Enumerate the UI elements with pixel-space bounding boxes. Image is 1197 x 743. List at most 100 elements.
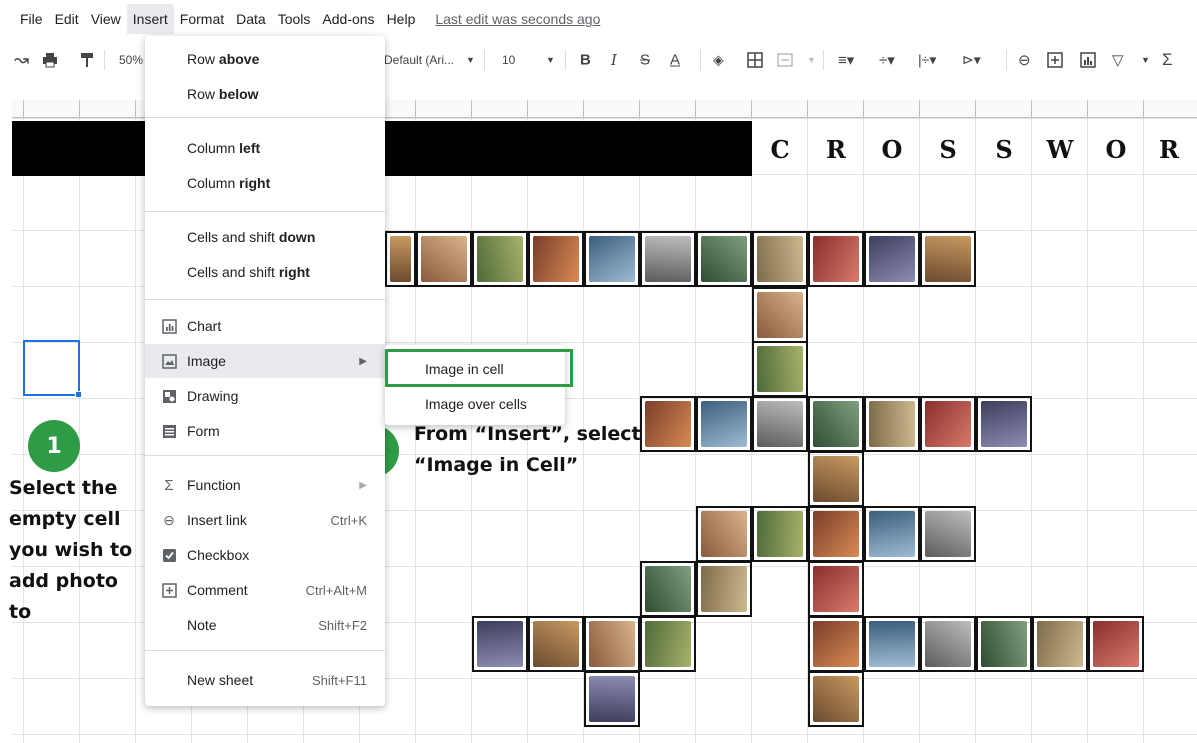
- menu-item-checkbox[interactable]: Checkbox: [145, 538, 385, 572]
- print-icon[interactable]: [42, 52, 58, 68]
- menu-addons[interactable]: Add-ons: [316, 4, 380, 34]
- photo-image: [701, 511, 747, 557]
- menu-item-shift-down[interactable]: Cells and shift down: [145, 220, 385, 254]
- menu-file[interactable]: File: [14, 4, 49, 34]
- photo-cell[interactable]: [696, 561, 752, 617]
- valign-icon[interactable]: ÷▾: [879, 51, 895, 69]
- bold-icon[interactable]: B: [580, 52, 591, 69]
- photo-cell[interactable]: [920, 616, 976, 672]
- menu-item-chart[interactable]: Chart: [145, 309, 385, 343]
- rotate-icon[interactable]: ⊳▾: [962, 52, 981, 69]
- photo-cell[interactable]: [808, 506, 864, 562]
- photo-cell[interactable]: [472, 616, 528, 672]
- photo-cell[interactable]: [752, 396, 808, 452]
- fill-color-icon[interactable]: ◈: [713, 52, 724, 69]
- link-icon[interactable]: ⊖: [1018, 51, 1031, 69]
- chevron-down-icon[interactable]: ▼: [1141, 55, 1150, 65]
- photo-cell[interactable]: [472, 231, 528, 287]
- photo-cell[interactable]: [416, 231, 472, 287]
- photo-cell[interactable]: [808, 671, 864, 727]
- text-color-icon[interactable]: A: [670, 52, 680, 69]
- redo-icon[interactable]: ↝: [14, 50, 29, 71]
- photo-cell[interactable]: [920, 506, 976, 562]
- chevron-down-icon[interactable]: ▼: [546, 55, 555, 65]
- photo-cell[interactable]: [752, 231, 808, 287]
- chevron-down-icon[interactable]: ▼: [466, 55, 475, 65]
- photo-cell[interactable]: [584, 616, 640, 672]
- filter-icon[interactable]: ▽: [1112, 51, 1124, 69]
- photo-cell[interactable]: [808, 396, 864, 452]
- menu-item-drawing[interactable]: Drawing: [145, 379, 385, 413]
- menu-tools[interactable]: Tools: [272, 4, 317, 34]
- photo-cell[interactable]: [864, 616, 920, 672]
- menu-item-insert-link[interactable]: ⊖ Insert link Ctrl+K: [145, 503, 385, 537]
- selected-cell[interactable]: [23, 340, 80, 396]
- menu-item-form[interactable]: Form: [145, 414, 385, 448]
- photo-cell[interactable]: [864, 506, 920, 562]
- photo-cell[interactable]: [1032, 616, 1088, 672]
- menu-item-column-right[interactable]: Column right: [145, 166, 385, 200]
- photo-cell[interactable]: [808, 561, 864, 617]
- photo-cell[interactable]: [528, 616, 584, 672]
- photo-cell[interactable]: [808, 616, 864, 672]
- menu-item-column-left[interactable]: Column left: [145, 131, 385, 165]
- functions-icon[interactable]: Σ: [1162, 50, 1173, 70]
- photo-cell[interactable]: [584, 671, 640, 727]
- wrap-icon[interactable]: |÷▾: [918, 52, 936, 69]
- menu-item-shift-right[interactable]: Cells and shift right: [145, 255, 385, 289]
- chart-icon[interactable]: [1080, 52, 1096, 68]
- photo-cell[interactable]: [528, 231, 584, 287]
- photo-cell[interactable]: [696, 506, 752, 562]
- menu-insert[interactable]: Insert: [126, 4, 174, 34]
- paint-format-icon[interactable]: [80, 52, 94, 68]
- font-size-select[interactable]: 10: [502, 53, 515, 67]
- photo-cell[interactable]: [920, 396, 976, 452]
- menu-item-note[interactable]: Note Shift+F2: [145, 608, 385, 642]
- menu-edit[interactable]: Edit: [49, 4, 85, 34]
- fill-handle[interactable]: [75, 391, 82, 398]
- comment-icon[interactable]: [1047, 52, 1063, 68]
- photo-cell[interactable]: [584, 231, 640, 287]
- borders-icon[interactable]: [747, 52, 763, 68]
- menu-item-image[interactable]: Image ▶: [145, 344, 385, 378]
- menu-view[interactable]: View: [85, 4, 127, 34]
- photo-cell[interactable]: [752, 341, 808, 397]
- menu-item-row-below[interactable]: Row below: [145, 77, 385, 111]
- caption-line: you wish to: [9, 539, 133, 561]
- merge-icon[interactable]: [777, 52, 793, 68]
- photo-cell[interactable]: [752, 506, 808, 562]
- menu-item-function[interactable]: Σ Function ▶: [145, 468, 385, 502]
- align-icon[interactable]: ≡▾: [838, 51, 854, 69]
- caption-line: empty cell: [9, 508, 121, 530]
- strikethrough-icon[interactable]: S: [640, 52, 650, 69]
- last-edit-link[interactable]: Last edit was seconds ago: [435, 11, 600, 27]
- font-family-select[interactable]: Default (Ari...: [384, 53, 454, 67]
- photo-cell[interactable]: [640, 231, 696, 287]
- photo-cell[interactable]: [640, 616, 696, 672]
- photo-cell[interactable]: [640, 396, 696, 452]
- photo-cell[interactable]: [696, 396, 752, 452]
- menu-data[interactable]: Data: [230, 4, 272, 34]
- menu-item-comment[interactable]: Comment Ctrl+Alt+M: [145, 573, 385, 607]
- italic-icon[interactable]: I: [611, 51, 617, 69]
- menu-help[interactable]: Help: [381, 4, 422, 34]
- menu-format[interactable]: Format: [174, 4, 230, 34]
- photo-cell[interactable]: [920, 231, 976, 287]
- photo-cell[interactable]: [640, 561, 696, 617]
- photo-cell[interactable]: [752, 287, 808, 343]
- photo-cell[interactable]: [696, 231, 752, 287]
- photo-cell[interactable]: [808, 451, 864, 507]
- photo-cell[interactable]: [976, 396, 1032, 452]
- zoom-select[interactable]: 50%: [119, 53, 143, 67]
- photo-cell[interactable]: [976, 616, 1032, 672]
- photo-cell[interactable]: [864, 231, 920, 287]
- photo-cell[interactable]: [864, 396, 920, 452]
- photo-cell[interactable]: [808, 231, 864, 287]
- menu-item-new-sheet[interactable]: New sheet Shift+F11: [145, 663, 385, 697]
- menu-item-row-above[interactable]: Row above: [145, 42, 385, 76]
- photo-cell[interactable]: [1088, 616, 1144, 672]
- menu-item-image-over-cells[interactable]: Image over cells: [385, 387, 565, 421]
- chevron-down-icon[interactable]: ▼: [807, 55, 816, 65]
- photo-image: [757, 401, 803, 447]
- photo-cell[interactable]: [385, 231, 416, 287]
